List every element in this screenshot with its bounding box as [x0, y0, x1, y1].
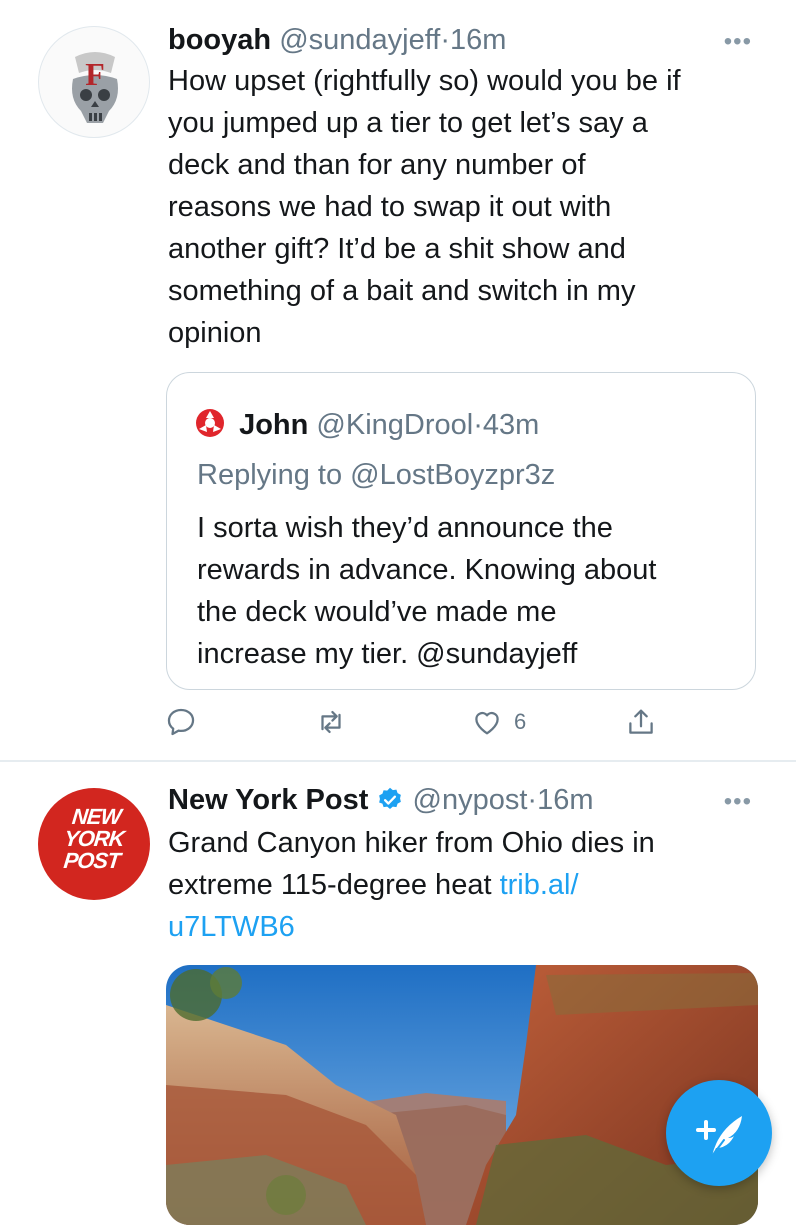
- reply-icon: [167, 708, 195, 736]
- quoted-text-line: rewards in advance. Knowing about: [197, 554, 657, 586]
- quoted-text-line: the deck would’ve made me: [197, 596, 557, 628]
- separator-dot: ·: [440, 24, 450, 56]
- display-name[interactable]: booyah: [168, 24, 271, 56]
- tweet-text-line: Grand Canyon hiker from Ohio dies in: [168, 827, 655, 859]
- tweet-text: How upset (rightfully so) would you be i…: [168, 60, 768, 354]
- tweet-text: Grand Canyon hiker from Ohio dies in ext…: [168, 822, 768, 948]
- retweet-icon: [321, 710, 341, 734]
- svg-text:F: F: [85, 56, 105, 92]
- like-button[interactable]: 6: [470, 705, 526, 739]
- tweet-header: booyah @sundayjeff·16m: [168, 22, 506, 58]
- skull-logo-icon: F: [72, 52, 118, 123]
- tweet-booyah[interactable]: F booyah @sundayjeff·16m ••• How upset (…: [0, 0, 796, 760]
- tweet-text-line: opinion: [168, 317, 262, 349]
- tweet-header: New York Post @nypost·16m: [168, 782, 594, 818]
- verified-badge-icon: [379, 787, 402, 809]
- timestamp[interactable]: 16m: [537, 784, 593, 816]
- logo-line: YORK: [62, 826, 126, 851]
- reply-button[interactable]: [164, 705, 198, 739]
- tweet-text-line: reasons we had to swap it out with: [168, 191, 612, 223]
- compose-feather-icon: [696, 1116, 742, 1157]
- more-options-icon[interactable]: •••: [724, 28, 752, 56]
- avatar-nypost[interactable]: NEW YORK POST: [38, 788, 150, 900]
- heart-icon: [475, 711, 499, 735]
- tweet-text-fragment: extreme 115-degree heat: [168, 869, 500, 901]
- tweet-text-line: extreme 115-degree heat trib.al/: [168, 864, 768, 906]
- display-name[interactable]: New York Post: [168, 784, 368, 816]
- quoted-tweet-header: John @KingDrool·43m: [195, 407, 539, 443]
- avatar-booyah[interactable]: F: [38, 26, 150, 138]
- share-icon: [629, 709, 653, 734]
- tweet-text-line: you jumped up a tier to get let’s say a: [168, 107, 648, 139]
- tweet-text-line: another gift? It’d be a shit show and: [168, 233, 626, 265]
- quoted-tweet[interactable]: John @KingDrool·43m Replying to @LostBoy…: [166, 372, 756, 690]
- user-handle[interactable]: @nypost: [413, 784, 528, 816]
- nypost-logo: NEW YORK POST: [38, 804, 150, 873]
- separator-dot: ·: [527, 784, 538, 816]
- tweet-text-line: How upset (rightfully so) would you be i…: [168, 65, 681, 97]
- quoted-text-line: increase my tier. @sundayjeff: [197, 638, 578, 670]
- like-count: 6: [514, 709, 527, 734]
- quoted-user-handle: @KingDrool: [316, 409, 474, 441]
- tweet-text-line: something of a bait and switch in my: [168, 275, 636, 307]
- more-options-icon[interactable]: •••: [724, 788, 752, 816]
- quoted-text-line: I sorta wish they’d announce the: [197, 512, 613, 544]
- logo-line: POST: [62, 848, 122, 873]
- article-link[interactable]: trib.al/: [500, 869, 579, 901]
- article-link-continued[interactable]: u7LTWB6: [168, 906, 768, 948]
- separator-dot: ·: [473, 409, 483, 441]
- tweet-actions: 6: [0, 705, 796, 751]
- logo-line: NEW: [70, 804, 122, 829]
- quoted-tweet-text: I sorta wish they’d announce the rewards…: [197, 507, 737, 675]
- record-adapter-avatar-icon: [196, 409, 224, 437]
- compose-tweet-button[interactable]: [666, 1080, 772, 1186]
- timestamp[interactable]: 16m: [450, 24, 506, 56]
- share-button[interactable]: [624, 705, 658, 739]
- quoted-timestamp: 43m: [482, 409, 540, 441]
- replying-to: Replying to @LostBoyzpr3z: [197, 459, 556, 491]
- retweet-button[interactable]: [314, 705, 348, 739]
- user-handle[interactable]: @sundayjeff: [279, 24, 440, 56]
- tweet-text-line: deck and than for any number of: [168, 149, 586, 181]
- quoted-display-name: John: [239, 409, 309, 441]
